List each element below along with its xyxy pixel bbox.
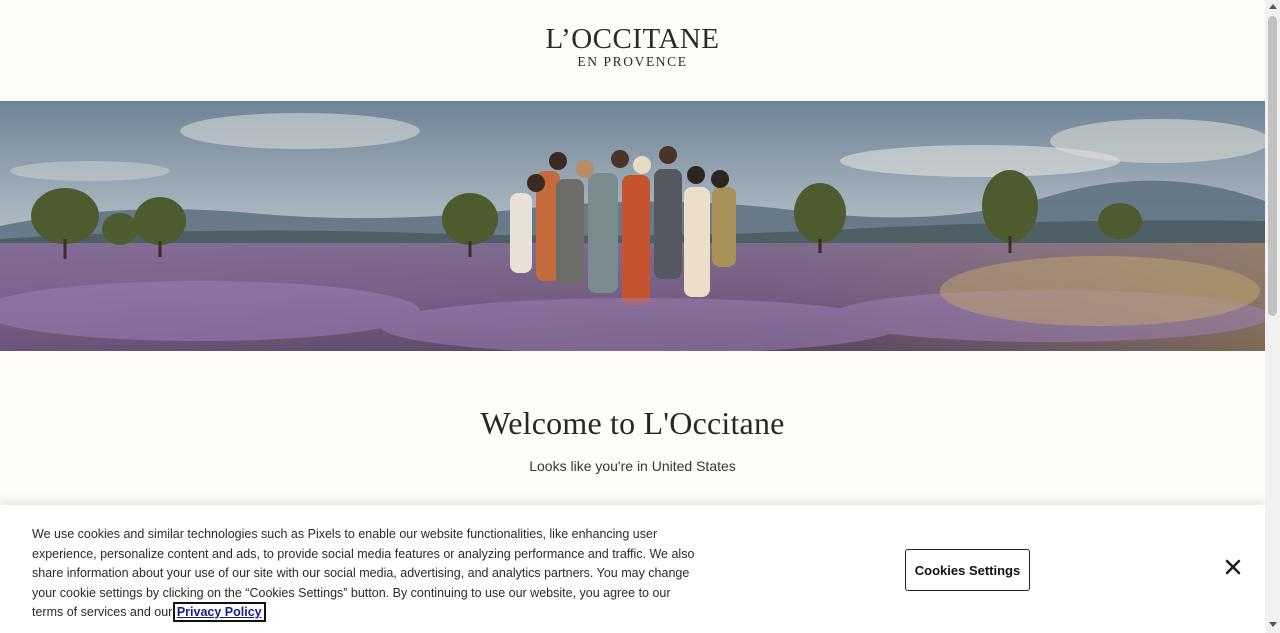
- privacy-policy-link[interactable]: Privacy Policy: [172, 602, 266, 622]
- welcome-title: Welcome to L'Occitane: [480, 405, 785, 441]
- scroll-down-arrow-icon[interactable]: [1269, 622, 1277, 627]
- scroll-up-arrow-icon[interactable]: [1269, 4, 1277, 9]
- page: L’OCCITANE EN PROVENCE Welcome to L'Occi…: [0, 0, 1265, 633]
- logo-wordmark: L’OCCITANE: [545, 23, 720, 55]
- close-icon[interactable]: [1222, 556, 1244, 578]
- hero-image: [0, 101, 1265, 351]
- vertical-scrollbar[interactable]: [1265, 0, 1280, 633]
- welcome-section: Welcome to L'Occitane Looks like you're …: [0, 405, 1265, 474]
- location-message: Looks like you're in United States: [529, 458, 736, 474]
- cookie-banner: We use cookies and similar technologies …: [0, 505, 1265, 633]
- cookie-text-block: We use cookies and similar technologies …: [32, 525, 702, 623]
- logo-tagline: EN PROVENCE: [577, 54, 688, 69]
- cookie-description: We use cookies and similar technologies …: [32, 527, 695, 619]
- scrollbar-thumb[interactable]: [1268, 16, 1277, 316]
- site-header: L’OCCITANE EN PROVENCE: [0, 0, 1265, 101]
- brand-logo[interactable]: L’OCCITANE EN PROVENCE: [546, 24, 720, 101]
- cookies-settings-button[interactable]: Cookies Settings: [905, 549, 1030, 591]
